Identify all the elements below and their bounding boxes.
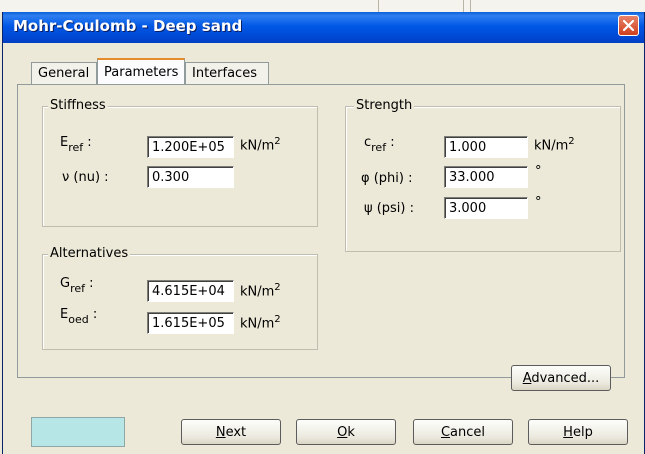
g-ref-unit-exp: 2	[274, 282, 281, 293]
nu-field[interactable]: 0.300	[147, 166, 234, 188]
e-oed-unit-exp: 2	[274, 314, 281, 325]
close-icon	[622, 19, 635, 32]
e-ref-unit: kN/m2	[240, 136, 281, 153]
psi-label: ψ (psi) :	[364, 201, 415, 216]
c-ref-field[interactable]: 1.000	[444, 136, 528, 158]
c-ref-unit-exp: 2	[568, 136, 575, 147]
strength-legend: Strength	[354, 98, 415, 113]
e-ref-field[interactable]: 1.200E+05	[147, 136, 234, 158]
advanced-button-label: Advanced...	[522, 370, 600, 386]
alternatives-group	[42, 254, 318, 350]
tab-parameters-label: Parameters	[104, 64, 179, 80]
g-ref-field[interactable]: 4.615E+04	[147, 280, 234, 302]
e-ref-symbol: E	[60, 135, 69, 150]
c-ref-subscript: ref	[371, 141, 387, 154]
stiffness-legend: Stiffness	[48, 98, 108, 113]
e-oed-colon: :	[92, 307, 98, 322]
advanced-button[interactable]: Advanced...	[511, 365, 611, 391]
dialog-window: Mohr-Coulomb - Deep sand General Paramet…	[2, 12, 645, 454]
tab-general[interactable]: General	[31, 62, 97, 84]
c-ref-unit: kN/m2	[534, 136, 575, 153]
help-button[interactable]: Help	[528, 419, 628, 445]
g-ref-colon: :	[89, 276, 94, 291]
next-button-label: Next	[215, 424, 247, 440]
e-ref-label: Eref :	[60, 135, 92, 154]
close-button[interactable]	[618, 15, 639, 36]
e-ref-unit-exp: 2	[274, 136, 281, 147]
phi-label: φ (phi) :	[361, 171, 413, 186]
e-oed-unit: kN/m2	[240, 314, 281, 331]
g-ref-label: Gref :	[60, 276, 94, 295]
nu-label: ν (nu) :	[62, 170, 109, 185]
title-bar[interactable]: Mohr-Coulomb - Deep sand	[3, 12, 644, 43]
e-ref-unit-text: kN/m	[240, 138, 275, 154]
phi-unit: °	[535, 164, 542, 179]
g-ref-unit: kN/m2	[240, 282, 281, 299]
tab-general-label: General	[38, 66, 90, 81]
ok-button-label: Ok	[337, 424, 355, 440]
help-button-label: Help	[563, 424, 593, 440]
c-ref-label: cref :	[364, 135, 395, 154]
tab-interfaces[interactable]: Interfaces	[185, 62, 269, 84]
phi-field[interactable]: 33.000	[444, 166, 528, 188]
background-app-strip	[0, 0, 645, 12]
tab-parameters[interactable]: Parameters	[97, 58, 185, 84]
cancel-button-label: Cancel	[440, 424, 486, 440]
g-ref-symbol: G	[60, 276, 71, 291]
e-oed-field[interactable]: 1.615E+05	[147, 312, 234, 334]
e-ref-colon: :	[87, 135, 92, 150]
e-oed-symbol: E	[60, 307, 69, 322]
next-button[interactable]: Next	[181, 419, 281, 445]
e-oed-label: Eoed :	[60, 307, 98, 326]
c-ref-unit-text: kN/m	[534, 138, 569, 154]
psi-unit: °	[535, 195, 542, 210]
color-swatch	[31, 417, 125, 447]
cancel-button[interactable]: Cancel	[413, 419, 513, 445]
g-ref-subscript: ref	[70, 282, 85, 295]
psi-field[interactable]: 3.000	[444, 197, 528, 219]
alternatives-legend: Alternatives	[48, 246, 131, 261]
tab-interfaces-label: Interfaces	[192, 66, 257, 81]
e-ref-subscript: ref	[68, 141, 84, 154]
g-ref-unit-text: kN/m	[240, 284, 275, 300]
window-title: Mohr-Coulomb - Deep sand	[13, 17, 243, 35]
e-oed-unit-text: kN/m	[240, 316, 275, 332]
c-ref-colon: :	[390, 135, 395, 150]
e-oed-subscript: oed	[68, 313, 89, 326]
ok-button[interactable]: Ok	[296, 419, 396, 445]
